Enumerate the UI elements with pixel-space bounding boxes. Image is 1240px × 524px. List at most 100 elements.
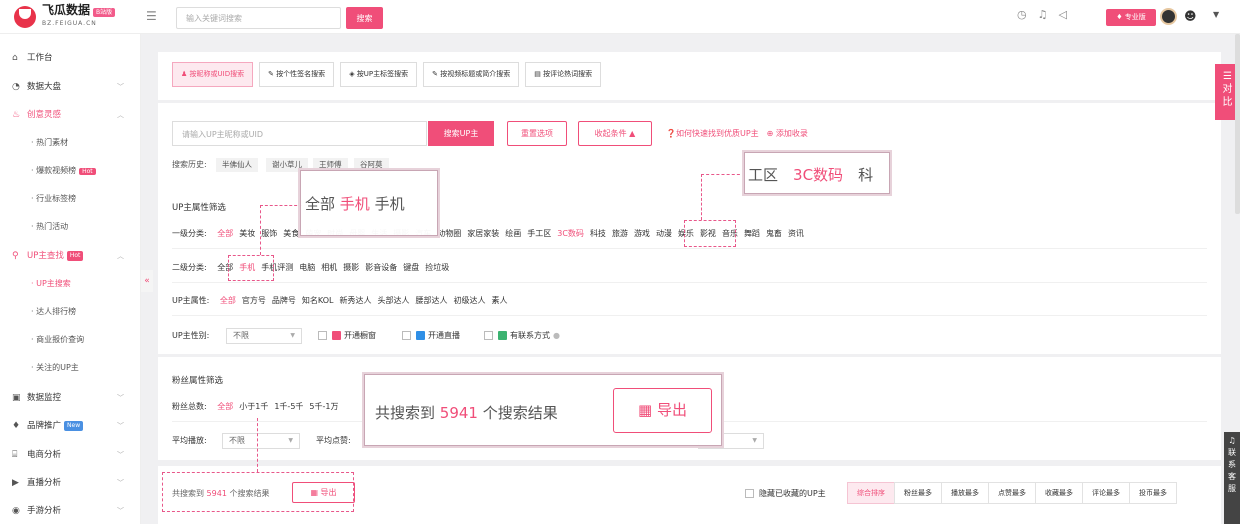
filter-option[interactable]: 电脑 [299,263,315,272]
filter-option[interactable]: 科技 [590,229,606,238]
tab-video-title[interactable]: ✎ 按视频标题或简介搜索 [423,62,520,87]
chevron-down-icon[interactable]: ▼ [1213,10,1219,19]
filter-option[interactable]: 腰部达人 [415,296,447,305]
filter-option[interactable]: 捡垃圾 [425,263,449,272]
tab-up-tag[interactable]: ◈ 按UP主标签搜索 [340,62,418,87]
sort-option[interactable]: 收藏最多 [1035,482,1083,504]
filter-option[interactable]: 服饰 [261,229,277,238]
tab-signature[interactable]: ✎ 按个性签名搜索 [259,62,335,87]
search-up-button[interactable]: 搜索UP主 [428,121,494,146]
sidebar-item-dashboard[interactable]: ◔ 数据大盘 ﹀ [12,77,132,97]
filter-option[interactable]: 动漫 [656,229,672,238]
filter-option[interactable]: 3C数码 [557,229,584,238]
sort-option[interactable]: 点赞最多 [988,482,1036,504]
tab-comment-words[interactable]: ▤ 按评论热词搜索 [525,62,602,87]
filter-option[interactable]: 5千-1万 [309,402,338,411]
sort-option[interactable]: 评论最多 [1082,482,1130,504]
scrollbar[interactable] [1235,34,1240,214]
sidebar-sub-pricing[interactable]: · 商业报价查询 [31,330,84,350]
sidebar-collapse-button[interactable]: « [141,270,153,292]
filter-option[interactable]: 初级达人 [453,296,485,305]
sidebar-sub-viral-videos[interactable]: · 爆款视频榜 Hot [31,161,96,181]
avatar[interactable] [1160,8,1177,25]
filter-option[interactable]: 动物圈 [437,229,461,238]
filter-option[interactable]: 舞蹈 [744,229,760,238]
filter-option[interactable]: 小于1千 [239,402,268,411]
checkbox-box[interactable] [484,331,493,340]
filter-option[interactable]: 游戏 [634,229,650,238]
sidebar-sub-ranking[interactable]: · 达人排行榜 [31,302,76,322]
hide-favorites-checkbox[interactable]: 隐藏已收藏的UP主 [745,488,826,499]
sidebar-item-up-finder[interactable]: ⚲ UP主查找 Hot ︿ [12,246,132,266]
sidebar-sub-hot-events[interactable]: · 热门活动 [31,217,68,237]
clock-icon[interactable]: ◷ [1017,8,1027,21]
sort-option[interactable]: 粉丝最多 [894,482,942,504]
filter-option[interactable]: 绘画 [505,229,521,238]
filter-option[interactable]: 鬼畜 [766,229,782,238]
filter-option[interactable]: 家居家装 [467,229,499,238]
live-checkbox[interactable]: 开通直播 [402,330,460,341]
filter-option[interactable]: 全部 [217,229,233,238]
checkbox-box[interactable] [402,331,411,340]
filter-option[interactable]: 新秀达人 [339,296,371,305]
pro-badge[interactable]: ♦ 专业版 [1106,9,1156,26]
add-link[interactable]: 添加收录 [776,129,808,138]
checkbox-box[interactable] [318,331,327,340]
filter-option[interactable]: 美食 [283,229,299,238]
sidebar-item-mobile-game[interactable]: ◉ 手游分析 ﹀ [12,501,132,521]
filter-option[interactable]: 相机 [321,263,337,272]
sidebar-item-workbench[interactable]: ⌂ 工作台 [12,48,132,68]
top-search-button[interactable]: 搜索 [346,7,383,29]
filter-option[interactable]: 品牌号 [272,296,296,305]
filter-option[interactable]: 影音设备 [365,263,397,272]
question-icon[interactable]: ● [553,331,560,340]
logo[interactable]: 飞瓜数据 B站版 BZ.FEIGUA.CN [14,4,116,29]
sidebar-item-ecommerce[interactable]: ⌸ 电商分析 ﹀ [12,445,132,465]
logo-icon [14,6,36,28]
reset-button[interactable]: 重置选项 [507,121,567,146]
contact-service-button[interactable]: ♫ 联系客服 [1224,432,1240,524]
sort-option[interactable]: 播放最多 [941,482,989,504]
help-link[interactable]: ❓如何快速找到优质UP主 ⊕ 添加收录 [666,128,808,139]
filter-option[interactable]: 头部达人 [377,296,409,305]
filter-option[interactable]: 键盘 [403,263,419,272]
checkbox-box[interactable] [745,489,754,498]
showcase-checkbox[interactable]: 开通橱窗 [318,330,376,341]
sidebar-sub-up-search[interactable]: · UP主搜索 [31,274,71,294]
select-value: 不限 [229,436,245,445]
collapse-button[interactable]: 收起条件 ▲ [578,121,652,146]
sidebar-sub-label: 热门活动 [36,222,69,231]
megaphone-icon[interactable]: ◁ [1058,8,1066,21]
sidebar-item-live[interactable]: ▶ 直播分析 ﹀ [12,473,132,493]
filter-option[interactable]: 摄影 [343,263,359,272]
sort-option[interactable]: 综合排序 [847,482,895,504]
headset-icon[interactable]: ♫ [1038,8,1048,21]
history-chip[interactable]: 半佛仙人 [216,158,258,172]
sidebar-item-monitor[interactable]: ▣ 数据监控 ﹀ [12,388,132,408]
filter-option[interactable]: 全部 [220,296,236,305]
sidebar-item-brand[interactable]: ♦ 品牌推广 New ﹀ [12,416,132,436]
filter-option[interactable]: 手工区 [527,229,551,238]
sidebar-sub-industry-tags[interactable]: · 行业标签榜 [31,189,76,209]
filter-option[interactable]: 美妆 [239,229,255,238]
filter-option[interactable]: 素人 [491,296,507,305]
sidebar-item-creative[interactable]: ♨ 创意灵感 ︿ [12,105,132,125]
filter-option[interactable]: 全部 [217,402,233,411]
menu-icon[interactable]: ☰ [146,9,157,23]
filter-option[interactable]: 知名KOL [302,296,334,305]
uid-search-input[interactable]: 请输入UP主昵称或UID [172,121,427,146]
filter-option[interactable]: 资讯 [788,229,804,238]
contact-checkbox[interactable]: 有联系方式 ● [484,330,560,341]
sort-option[interactable]: 投币最多 [1129,482,1177,504]
sidebar-sub-followed[interactable]: · 关注的UP主 [31,358,79,378]
tab-nickname-uid[interactable]: ♟ 按昵称或UID搜索 [172,62,254,87]
gender-select[interactable]: 不限 ▼ [226,328,302,344]
filter-option[interactable]: 旅游 [612,229,628,238]
avg-play-select[interactable]: 不限 ▼ [222,433,300,449]
filter-option[interactable]: 官方号 [242,296,266,305]
top-search-input[interactable]: 输入关键词搜索 [176,7,341,29]
mascot-icon[interactable]: ☻ [1184,9,1197,23]
chevron-down-icon: ﹀ [117,83,124,91]
filter-option[interactable]: 1千-5千 [274,402,303,411]
sidebar-sub-hot-material[interactable]: · 热门素材 [31,133,68,153]
